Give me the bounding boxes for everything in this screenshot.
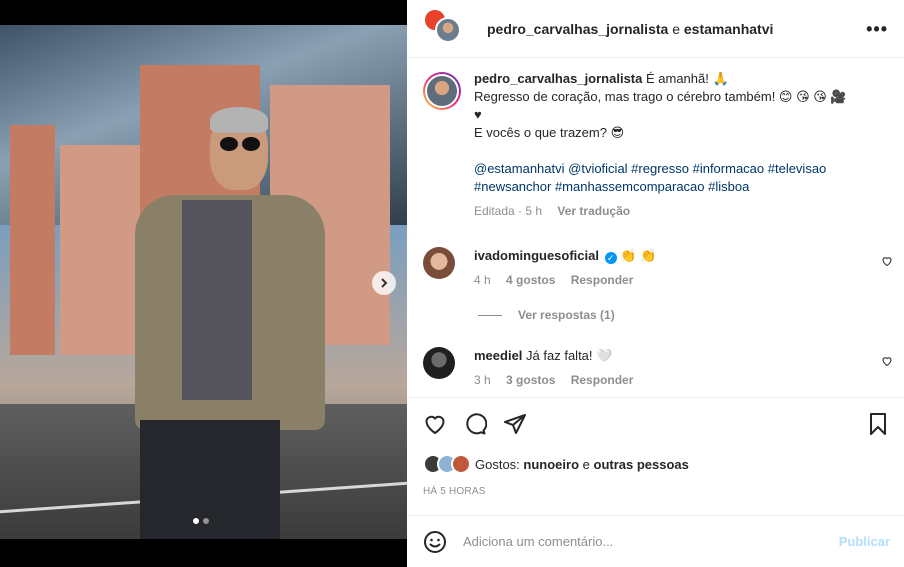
publish-button[interactable]: Publicar	[839, 534, 890, 549]
comment-item: ivadominguesoficial ✓ 👏 👏 4 h 4 gostos R…	[423, 247, 893, 289]
caption-line-3: ♥	[474, 107, 482, 122]
post-actions: Gostos: nunoeiro e outras pessoas HÁ 5 H…	[407, 397, 904, 515]
likes-connector: e	[582, 456, 590, 472]
translate-link[interactable]: Ver tradução	[557, 204, 630, 218]
post-caption: pedro_carvalhas_jornalista É amanhã! 🙏 R…	[423, 70, 893, 220]
comment-text: Já faz falta! 🤍	[526, 348, 613, 363]
verified-icon: ✓	[604, 252, 617, 264]
view-replies-label: Ver respostas (1)	[518, 308, 615, 322]
add-comment-bar: Publicar	[407, 515, 904, 567]
caption-meta: Editada · 5 h Ver tradução	[474, 202, 893, 220]
caption-avatar[interactable]	[423, 72, 461, 110]
comment-username[interactable]: meediel	[474, 348, 522, 363]
share-icon[interactable]	[503, 412, 527, 436]
comment-avatar[interactable]	[423, 347, 455, 379]
post-header-title: pedro_carvalhas_jornalista e estamanhatv…	[487, 21, 773, 37]
liker-avatars	[423, 454, 475, 474]
caption-tags: @estamanhatvi @tvioficial #regresso #inf…	[474, 160, 893, 196]
likes-others[interactable]: outras pessoas	[594, 457, 689, 472]
comment-avatar[interactable]	[423, 247, 455, 279]
person-shirt	[182, 200, 252, 400]
person-hair	[210, 107, 268, 133]
comment-reply-button[interactable]: Responder	[571, 373, 634, 387]
header-username[interactable]: pedro_carvalhas_jornalista	[487, 21, 668, 37]
more-icon[interactable]: •••	[866, 19, 888, 40]
comment-text: 👏 👏	[620, 248, 657, 263]
bookmark-icon[interactable]	[866, 412, 890, 436]
carousel-dot-2	[203, 518, 209, 524]
post-photo	[0, 25, 407, 539]
post-time[interactable]: HÁ 5 HORAS	[423, 486, 486, 497]
comment-item: meediel Já faz falta! 🤍 3 h 3 gostos Res…	[423, 347, 893, 389]
view-replies-button[interactable]: Ver respostas (1)	[478, 308, 615, 322]
caption-tags-line-2[interactable]: #newsanchor #manhassemcomparacao #lisboa	[474, 178, 893, 196]
building-column	[10, 125, 55, 355]
comment-username[interactable]: ivadominguesoficial	[474, 248, 599, 263]
carousel-dot-1	[193, 518, 199, 524]
likes-prefix: Gostos:	[475, 456, 520, 472]
sunglasses	[218, 137, 262, 151]
collab-avatar-2	[435, 16, 461, 43]
comment-time: 3 h	[474, 373, 491, 387]
caption-username[interactable]: pedro_carvalhas_jornalista	[474, 71, 642, 86]
likes-user[interactable]: nunoeiro	[523, 457, 579, 472]
replies-line	[478, 314, 502, 316]
comment-reply-button[interactable]: Responder	[571, 273, 634, 287]
heart-icon[interactable]	[423, 412, 447, 436]
person-pants	[140, 420, 280, 539]
comment-icon[interactable]	[463, 412, 487, 436]
comment-heart-icon[interactable]	[881, 255, 893, 267]
comment-likes[interactable]: 4 gostos	[506, 273, 555, 287]
comment-input[interactable]	[463, 534, 823, 549]
caption-line-4: E vocês o que trazem? 😎	[474, 125, 625, 140]
next-arrow-icon[interactable]	[372, 271, 396, 295]
caption-line-1: É amanhã! 🙏	[645, 71, 729, 86]
building-wall	[60, 145, 140, 355]
post-details: pedro_carvalhas_jornalista e estamanhatv…	[407, 0, 904, 567]
carousel-dots	[193, 518, 209, 524]
caption-tags-line-1[interactable]: @estamanhatvi @tvioficial #regresso #inf…	[474, 160, 893, 178]
post-media[interactable]	[0, 0, 407, 567]
caption-edited: Editada · 5 h	[474, 204, 543, 218]
post-header: pedro_carvalhas_jornalista e estamanhatv…	[407, 0, 904, 58]
header-connector: e	[672, 20, 680, 37]
emoji-icon[interactable]	[423, 530, 447, 554]
caption-line-2: Regresso de coração, mas trago o cérebro…	[474, 89, 847, 104]
likes-summary[interactable]: Gostos: nunoeiro e outras pessoas	[423, 454, 689, 474]
comment-heart-icon[interactable]	[881, 355, 893, 367]
collab-avatars[interactable]	[423, 7, 461, 46]
comment-time: 4 h	[474, 273, 491, 287]
header-collab-username[interactable]: estamanhatvi	[684, 21, 773, 37]
comment-likes[interactable]: 3 gostos	[506, 373, 555, 387]
